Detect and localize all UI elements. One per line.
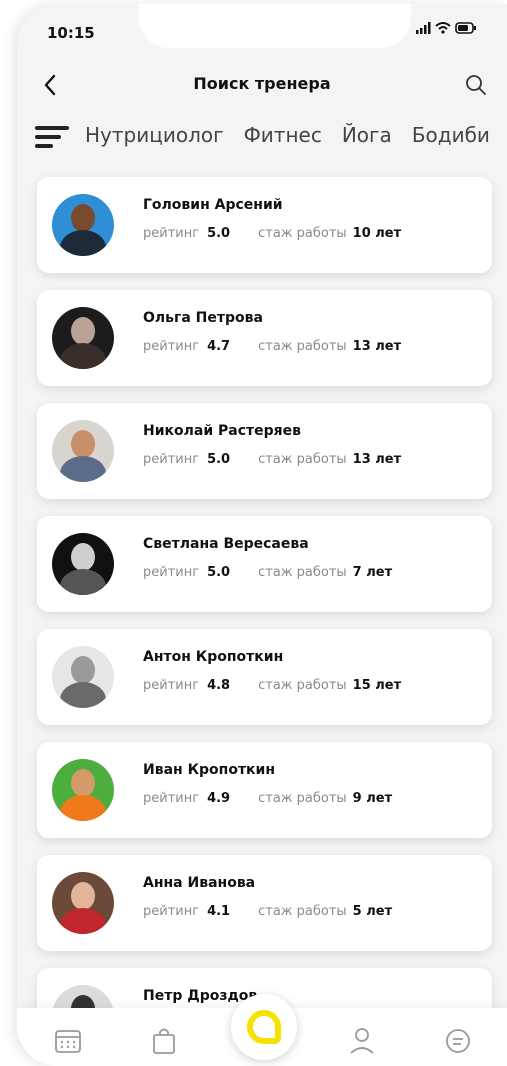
battery-icon xyxy=(455,22,476,34)
rating-value: 4.8 xyxy=(207,678,231,693)
experience-value: 5 лет xyxy=(352,904,393,919)
trainer-card[interactable]: Анна Иванова рейтинг 4.1 стаж работы 5 л… xyxy=(37,855,492,951)
wifi-icon xyxy=(435,22,451,34)
trainer-stats: рейтинг 5.0 стаж работы 7 лет xyxy=(143,565,392,580)
experience-value: 15 лет xyxy=(352,678,402,693)
rating-label: рейтинг xyxy=(143,565,200,580)
rating-value: 5.0 xyxy=(207,452,231,467)
rating-label: рейтинг xyxy=(143,226,200,241)
page-title: Поиск тренера xyxy=(193,74,331,93)
trainer-name: Анна Иванова xyxy=(143,875,256,891)
rating-label: рейтинг xyxy=(143,904,200,919)
status-time: 10:15 xyxy=(47,24,95,42)
trainer-stats: рейтинг 4.9 стаж работы 9 лет xyxy=(143,791,392,806)
rating-value: 4.9 xyxy=(207,791,231,806)
experience-label: стаж работы xyxy=(258,565,347,580)
rating-value: 4.1 xyxy=(207,904,231,919)
experience-value: 7 лет xyxy=(352,565,393,580)
experience-value: 13 лет xyxy=(352,452,402,467)
avatar xyxy=(52,533,114,595)
trainer-name: Иван Кропоткин xyxy=(143,762,276,778)
trainer-name: Петр Дроздов xyxy=(143,988,258,1004)
experience-value: 9 лет xyxy=(352,791,393,806)
rating-value: 5.0 xyxy=(207,226,231,241)
avatar xyxy=(52,872,114,934)
avatar xyxy=(52,759,114,821)
tab-shop[interactable] xyxy=(147,1024,181,1058)
filter-menu-icon[interactable] xyxy=(35,126,69,152)
rating-label: рейтинг xyxy=(143,791,200,806)
tab-profile[interactable] xyxy=(345,1024,379,1058)
experience-label: стаж работы xyxy=(258,678,347,693)
notch xyxy=(139,4,411,48)
trainer-card[interactable]: Головин Арсений рейтинг 5.0 стаж работы … xyxy=(37,177,492,273)
filter-chip-nutritionist[interactable]: Нутрициолог xyxy=(85,123,224,147)
trainer-name: Антон Кропоткин xyxy=(143,649,284,665)
trainer-card[interactable]: Ольга Петрова рейтинг 4.7 стаж работы 13… xyxy=(37,290,492,386)
trainer-card[interactable]: Светлана Вересаева рейтинг 5.0 стаж рабо… xyxy=(37,516,492,612)
experience-value: 10 лет xyxy=(352,226,402,241)
rating-value: 4.7 xyxy=(207,339,231,354)
filter-chip-fitness[interactable]: Фитнес xyxy=(244,123,322,147)
status-icons xyxy=(415,22,477,34)
experience-label: стаж работы xyxy=(258,226,347,241)
trainer-list: Головин Арсений рейтинг 5.0 стаж работы … xyxy=(37,177,492,1066)
filter-chip-yoga[interactable]: Йога xyxy=(342,123,392,147)
rating-label: рейтинг xyxy=(143,452,200,467)
filter-chip-bodybuilding[interactable]: Бодиби xyxy=(412,123,490,147)
category-filter-bar: Нутрициолог Фитнес Йога Бодиби xyxy=(35,118,507,158)
avatar xyxy=(52,646,114,708)
user-icon xyxy=(350,1028,374,1054)
trainer-name: Светлана Вересаева xyxy=(143,536,309,552)
signal-icon xyxy=(416,22,431,34)
trainer-name: Головин Арсений xyxy=(143,197,283,213)
experience-label: стаж работы xyxy=(258,904,347,919)
phone-screen: 10:15 Поиск тренера Нутрициолог Фитнес Й… xyxy=(17,4,507,1066)
experience-label: стаж работы xyxy=(258,452,347,467)
trainer-stats: рейтинг 4.7 стаж работы 13 лет xyxy=(143,339,401,354)
calendar-icon xyxy=(55,1030,81,1053)
rating-value: 5.0 xyxy=(207,565,231,580)
avatar xyxy=(52,307,114,369)
experience-label: стаж работы xyxy=(258,791,347,806)
shopping-bag-icon xyxy=(153,1028,175,1054)
trainer-card[interactable]: Антон Кропоткин рейтинг 4.8 стаж работы … xyxy=(37,629,492,725)
trainer-stats: рейтинг 4.8 стаж работы 15 лет xyxy=(143,678,401,693)
chat-bubble-icon xyxy=(247,1010,281,1044)
trainer-stats: рейтинг 5.0 стаж работы 10 лет xyxy=(143,226,401,241)
trainer-stats: рейтинг 4.1 стаж работы 5 лет xyxy=(143,904,392,919)
rating-label: рейтинг xyxy=(143,339,200,354)
trainer-card[interactable]: Николай Растеряев рейтинг 5.0 стаж работ… xyxy=(37,403,492,499)
tab-messages[interactable] xyxy=(441,1024,475,1058)
avatar xyxy=(52,194,114,256)
rating-label: рейтинг xyxy=(143,678,200,693)
experience-label: стаж работы xyxy=(258,339,347,354)
search-icon xyxy=(466,75,486,95)
center-action-button[interactable] xyxy=(231,994,297,1060)
avatar xyxy=(52,420,114,482)
trainer-name: Николай Растеряев xyxy=(143,423,302,439)
search-button[interactable] xyxy=(465,68,499,102)
tab-calendar[interactable] xyxy=(51,1024,85,1058)
chat-icon xyxy=(446,1029,470,1053)
trainer-stats: рейтинг 5.0 стаж работы 13 лет xyxy=(143,452,401,467)
trainer-name: Ольга Петрова xyxy=(143,310,263,326)
trainer-card[interactable]: Иван Кропоткин рейтинг 4.9 стаж работы 9… xyxy=(37,742,492,838)
experience-value: 13 лет xyxy=(352,339,402,354)
